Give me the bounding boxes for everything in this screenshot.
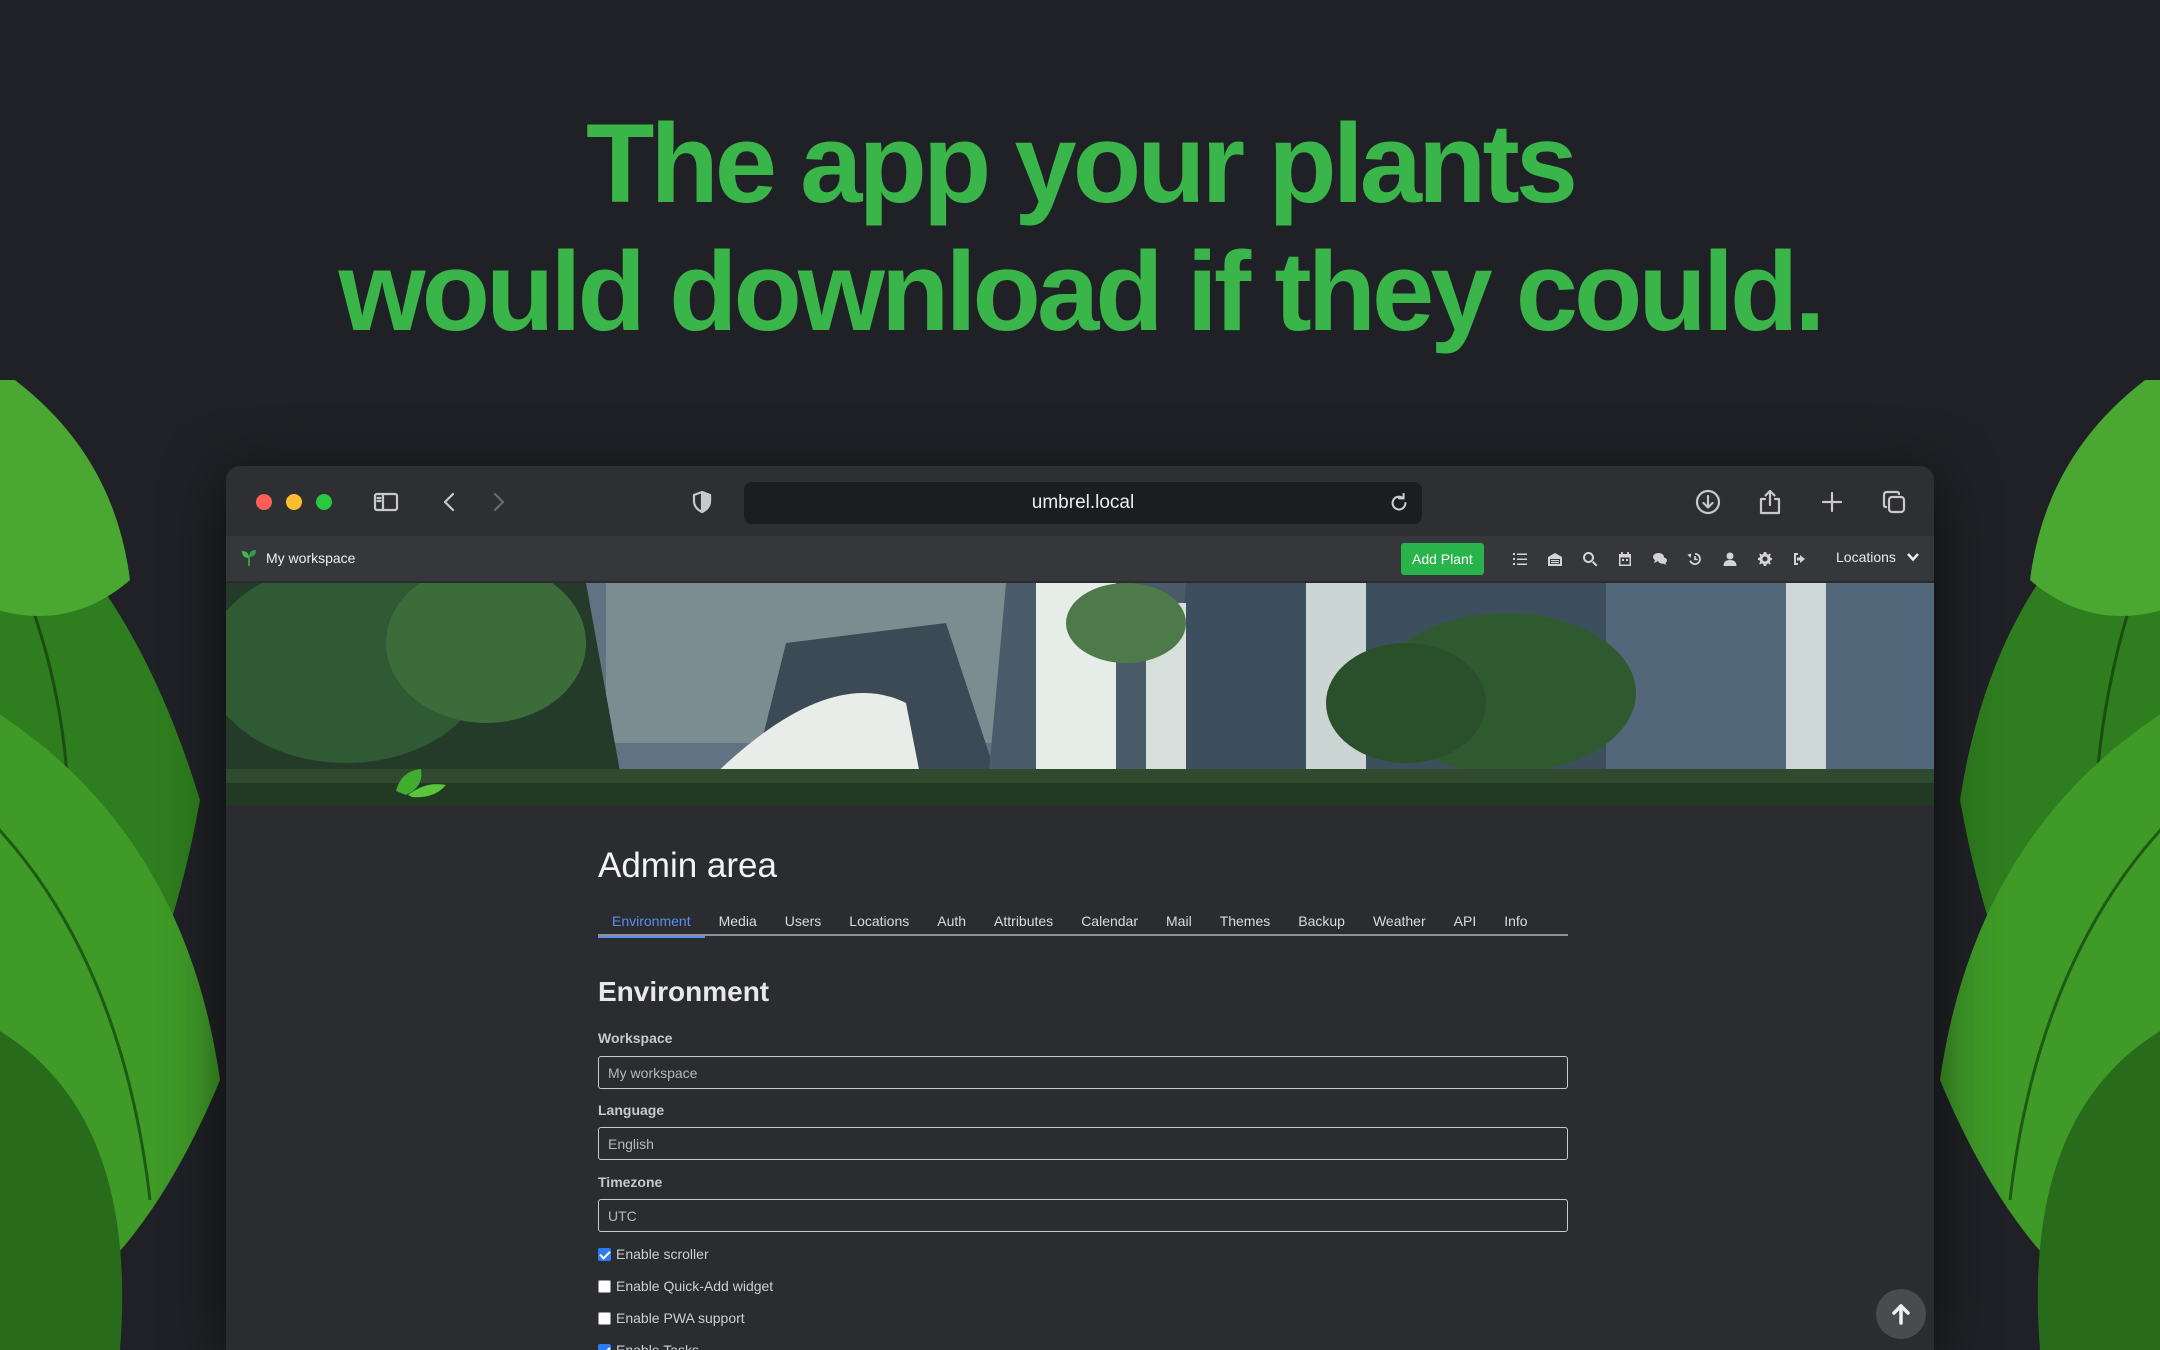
enable-scroller-option[interactable]: Enable scroller <box>598 1246 709 1262</box>
logout-icon[interactable] <box>1782 547 1817 571</box>
language-select[interactable]: English <box>598 1127 1568 1160</box>
tab-themes[interactable]: Themes <box>1206 906 1285 936</box>
admin-tabs: Environment Media Users Locations Auth A… <box>598 906 1568 938</box>
tab-info[interactable]: Info <box>1490 906 1541 936</box>
chat-icon[interactable] <box>1642 547 1677 571</box>
back-icon[interactable] <box>434 486 466 518</box>
enable-quick-add-option[interactable]: Enable Quick-Add widget <box>598 1278 773 1294</box>
enable-pwa-label: Enable PWA support <box>616 1310 745 1326</box>
app-navbar: My workspace Add Plant Locations <box>226 536 1934 582</box>
locations-dropdown[interactable]: Locations <box>1836 549 1920 565</box>
section-title: Environment <box>598 976 770 1007</box>
reload-icon[interactable] <box>1384 488 1414 518</box>
tab-users[interactable]: Users <box>771 906 836 936</box>
language-label: Language <box>598 1102 665 1118</box>
download-icon[interactable] <box>1692 486 1724 518</box>
arrow-up-icon <box>1892 1304 1910 1325</box>
inventory-icon[interactable] <box>1537 547 1572 571</box>
add-plant-button[interactable]: Add Plant <box>1401 543 1484 575</box>
sidebar-toggle-icon[interactable] <box>370 486 402 518</box>
chevron-down-icon <box>1907 553 1919 562</box>
minimize-window-button[interactable] <box>286 494 302 510</box>
share-icon[interactable] <box>1754 486 1786 518</box>
tab-calendar[interactable]: Calendar <box>1067 906 1152 936</box>
enable-pwa-option[interactable]: Enable PWA support <box>598 1310 745 1326</box>
tab-overview-icon[interactable] <box>1878 486 1910 518</box>
plant-logo-icon <box>242 550 256 566</box>
tab-attributes[interactable]: Attributes <box>980 906 1067 936</box>
privacy-shield-icon[interactable] <box>686 486 718 518</box>
waterfall-banner-image <box>226 583 1934 805</box>
scroll-to-top-button[interactable] <box>1876 1289 1926 1339</box>
new-tab-icon[interactable] <box>1816 486 1848 518</box>
locations-label: Locations <box>1836 549 1896 565</box>
zoom-window-button[interactable] <box>316 494 332 510</box>
enable-quick-add-checkbox[interactable] <box>598 1279 611 1293</box>
enable-scroller-label: Enable scroller <box>616 1246 709 1262</box>
browser-window: umbrel.local My workspace Add Plant Loca… <box>226 466 1934 1350</box>
tab-backup[interactable]: Backup <box>1284 906 1359 936</box>
workspace-label: Workspace <box>598 1030 673 1046</box>
tab-api[interactable]: API <box>1440 906 1491 936</box>
tab-weather[interactable]: Weather <box>1359 906 1440 936</box>
search-icon[interactable] <box>1572 547 1607 571</box>
url-text: umbrel.local <box>1031 492 1135 513</box>
headline-line-2: would download if they could. <box>338 229 1825 354</box>
tab-media[interactable]: Media <box>705 906 771 936</box>
calendar-icon[interactable] <box>1607 547 1642 571</box>
address-bar[interactable]: umbrel.local <box>744 482 1422 524</box>
history-icon[interactable] <box>1677 547 1712 571</box>
enable-quick-add-label: Enable Quick-Add widget <box>616 1278 774 1294</box>
page-title: Admin area <box>598 846 777 885</box>
enable-tasks-label: Enable Tasks <box>616 1342 700 1350</box>
close-window-button[interactable] <box>256 494 272 510</box>
enable-pwa-checkbox[interactable] <box>598 1311 611 1325</box>
workspace-brand[interactable]: My workspace <box>240 549 355 567</box>
tab-locations[interactable]: Locations <box>835 906 923 936</box>
list-icon[interactable] <box>1502 547 1537 571</box>
browser-toolbar: umbrel.local <box>226 466 1934 536</box>
enable-scroller-checkbox[interactable] <box>598 1247 611 1261</box>
headline-line-1: The app your plants <box>585 101 1578 226</box>
timezone-label: Timezone <box>598 1174 663 1190</box>
enable-tasks-checkbox[interactable] <box>598 1343 611 1350</box>
forward-icon[interactable] <box>482 486 514 518</box>
tab-mail[interactable]: Mail <box>1152 906 1206 936</box>
tab-environment[interactable]: Environment <box>598 906 705 938</box>
settings-icon[interactable] <box>1747 547 1782 571</box>
left-leaves-decoration <box>0 380 260 1350</box>
hero-headline: The app your plants would download if th… <box>0 100 2160 356</box>
tab-auth[interactable]: Auth <box>923 906 980 936</box>
right-leaves-decoration <box>1900 380 2160 1350</box>
timezone-select[interactable]: UTC <box>598 1199 1568 1232</box>
user-icon[interactable] <box>1712 547 1747 571</box>
workspace-input[interactable]: My workspace <box>598 1056 1568 1089</box>
enable-tasks-option[interactable]: Enable Tasks <box>598 1342 699 1350</box>
workspace-name: My workspace <box>266 550 356 566</box>
nav-icon-group <box>1502 547 1817 571</box>
